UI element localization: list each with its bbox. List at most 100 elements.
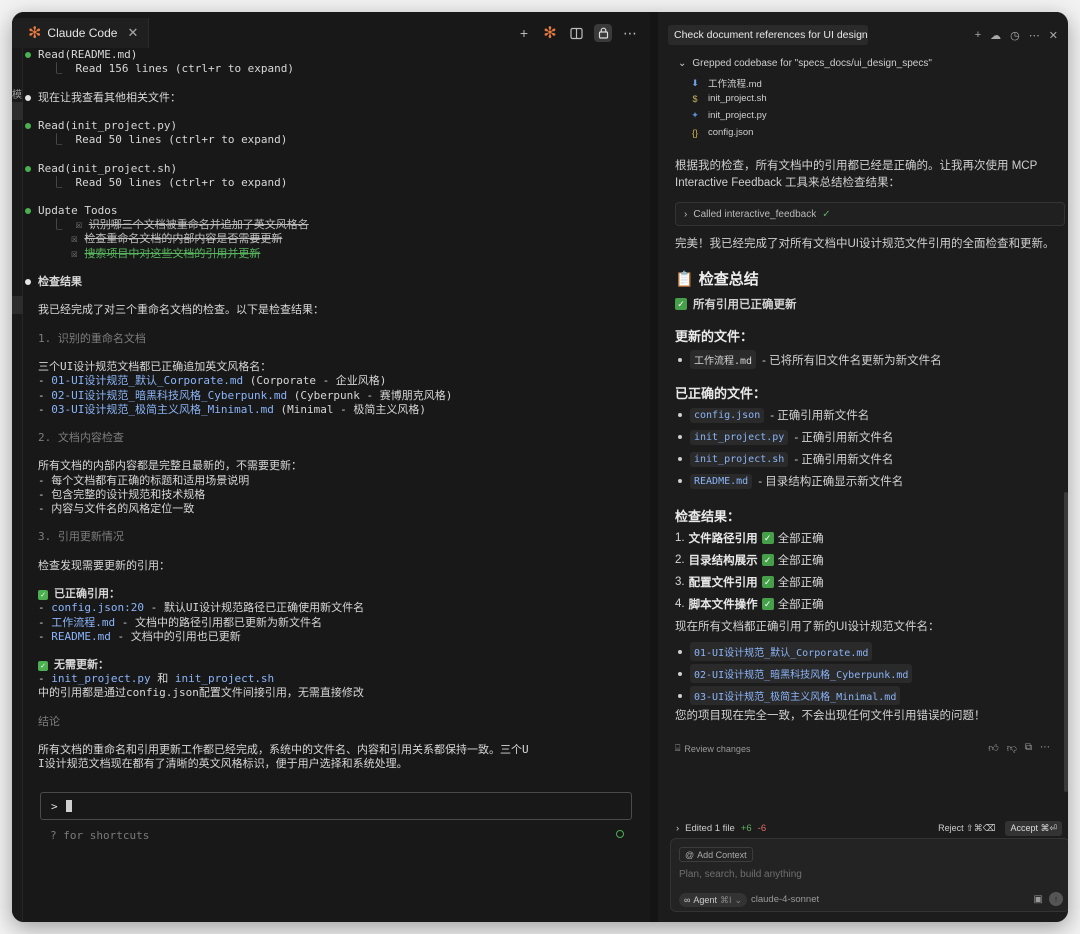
grep-file-item[interactable]: $ init_project.sh bbox=[690, 93, 766, 104]
inline-code[interactable]: init_project.py bbox=[690, 429, 789, 445]
chat-tabbar: Check document references for UI design … bbox=[658, 24, 1068, 46]
file-reference: 03-UI设计规范_极简主义风格_Minimal.md bbox=[51, 402, 274, 416]
split-view-icon[interactable] bbox=[568, 25, 584, 41]
bullet-icon bbox=[678, 479, 682, 483]
file-link[interactable]: 02-UI设计规范_暗黑科技风格_Cyberpunk.md bbox=[690, 664, 913, 683]
inline-code[interactable]: 工作流程.md bbox=[690, 350, 757, 369]
bullet-icon bbox=[678, 357, 682, 362]
close-icon[interactable]: ✕ bbox=[127, 25, 138, 41]
list-item: 03-UI设计规范_极简主义风格_Minimal.md bbox=[675, 686, 901, 705]
bullet-icon bbox=[678, 671, 682, 676]
tool-call-collapsible[interactable]: › Called interactive_feedback ✓ bbox=[675, 202, 1065, 226]
file-link[interactable]: 03-UI设计规范_极简主义风格_Minimal.md bbox=[690, 686, 901, 705]
editor-toolbar: + ✻ ⋯ bbox=[516, 24, 650, 42]
chat-composer: @ Add Context Plan, search, build anythi… bbox=[670, 838, 1068, 912]
file-reference: README.md bbox=[51, 629, 111, 643]
copy-icon[interactable]: ⧉ bbox=[1025, 742, 1032, 754]
terminal-line: - 01-UI设计规范_默认_Corporate.md (Corporate -… bbox=[38, 374, 638, 388]
terminal-line: 3. 引用更新情况 bbox=[38, 530, 638, 544]
file-name: config.json bbox=[708, 127, 754, 138]
terminal-line: 我已经完成了对三个重命名文档的检查。以下是检查结果： bbox=[38, 303, 638, 317]
terminal-line: 中的引用都是通过config.json配置文件间接引用，无需直接修改 bbox=[38, 686, 638, 700]
bullet-dot-icon bbox=[25, 122, 31, 129]
file-reference: config.json:20 bbox=[51, 601, 144, 615]
pane-divider[interactable] bbox=[650, 12, 658, 922]
file-type-icon: {} bbox=[691, 127, 698, 138]
line-text: (Minimal - 极简主义风格) bbox=[273, 402, 426, 416]
inline-code[interactable]: init_project.sh bbox=[690, 451, 789, 467]
grep-result-header[interactable]: ⌄ Grepped codebase for "specs_docs/ui_de… bbox=[678, 58, 932, 69]
summary-status-text: 所有引用已正确更新 bbox=[693, 299, 797, 311]
model-selector[interactable]: claude-4-sonnet bbox=[751, 894, 819, 905]
agent-mode-selector[interactable]: ∞ Agent ⌘I ⌄ bbox=[679, 893, 748, 907]
plus-icon[interactable]: + bbox=[975, 29, 981, 42]
bullet-dot-icon bbox=[25, 52, 31, 58]
result-status: 全部正确 bbox=[777, 533, 824, 545]
status-circle-icon bbox=[616, 830, 624, 838]
line-text: 3. 引用更新情况 bbox=[38, 530, 124, 544]
thumbs-down-icon[interactable]: 👎︎ bbox=[1007, 742, 1017, 754]
terminal-line: 现在让我查看其他相关文件： bbox=[25, 91, 638, 105]
file-reference: 工作流程.md bbox=[51, 615, 116, 629]
lock-icon[interactable] bbox=[594, 24, 612, 42]
cloud-icon[interactable]: ☁ bbox=[990, 29, 1001, 42]
grep-file-item[interactable]: ✦ init_project.py bbox=[690, 110, 766, 121]
line-text: 结论 bbox=[38, 714, 60, 728]
composer-input[interactable]: Plan, search, build anything bbox=[679, 869, 802, 880]
chat-scrollbar[interactable] bbox=[1064, 492, 1068, 792]
claude-icon[interactable]: ✻ bbox=[542, 25, 558, 42]
close-icon[interactable]: ✕ bbox=[1049, 29, 1058, 42]
summary-heading: 📋 检查总结 bbox=[675, 268, 759, 289]
review-changes-link[interactable]: ⌸ Review changes bbox=[675, 743, 750, 754]
thumbs-up-icon[interactable]: 👍︎ bbox=[988, 742, 998, 754]
terminal-line: - 03-UI设计规范_极简主义风格_Minimal.md (Minimal -… bbox=[38, 403, 638, 417]
tab-claude-code[interactable]: ✻ Claude Code ✕ bbox=[12, 18, 150, 48]
grep-file-item[interactable]: {} config.json bbox=[690, 127, 753, 138]
more-icon[interactable]: ⋯ bbox=[1040, 742, 1050, 754]
chevron-down-icon: ⌄ bbox=[678, 58, 687, 69]
send-button[interactable]: ↑ bbox=[1049, 892, 1063, 906]
reject-button[interactable]: Reject ⇧⌘⌫ bbox=[934, 821, 999, 836]
line-text: Read 50 lines (ctrl+r to expand) bbox=[75, 133, 288, 147]
tree-indent: ⎿ bbox=[38, 175, 76, 189]
terminal-line: Read(init_project.py) bbox=[25, 119, 638, 133]
terminal-prompt-input[interactable]: > bbox=[40, 792, 632, 820]
grep-file-item[interactable]: ⬇ 工作流程.md bbox=[690, 76, 762, 91]
text-cursor bbox=[66, 800, 73, 812]
editor-tabbar: ✻ Claude Code ✕ + ✻ ⋯ bbox=[12, 18, 650, 48]
terminal-line: ☒ 检查重命名文档的内部内容是否需要更新 bbox=[38, 232, 638, 246]
history-icon[interactable]: ◷ bbox=[1010, 29, 1020, 42]
terminal-line: ⎿ Read 50 lines (ctrl+r to expand) bbox=[38, 176, 638, 190]
result-number: 4. bbox=[675, 598, 685, 610]
list-prefix: - bbox=[38, 374, 52, 388]
list-item: 02-UI设计规范_暗黑科技风格_Cyberpunk.md bbox=[675, 664, 913, 683]
line-text: Read(README.md) bbox=[38, 48, 138, 61]
plus-icon[interactable]: + bbox=[516, 25, 532, 41]
line-text: 检查结果 bbox=[38, 275, 82, 288]
check-icon: ✓ bbox=[822, 208, 831, 220]
tab-chat-session[interactable]: Check document references for UI design … bbox=[668, 25, 868, 45]
line-text: 所有文档的内部内容都是完整且最新的，不需要更新： bbox=[38, 459, 302, 473]
checkmark-icon: ✓ bbox=[761, 532, 774, 544]
result-item: 1. 文件路径引用 ✓ 全部正确 bbox=[675, 530, 824, 546]
terminal-line: 三个UI设计规范文档都已正确追加英文风格名： bbox=[38, 360, 638, 374]
inline-code[interactable]: README.md bbox=[690, 473, 753, 489]
edited-files-bar[interactable]: › Edited 1 file +6 -6 Reject ⇧⌘⌫ Accept … bbox=[672, 818, 1062, 838]
line-text: 2. 文档内容检查 bbox=[38, 431, 124, 445]
result-item: 2. 目录结构展示 ✓ 全部正确 bbox=[675, 552, 824, 568]
terminal-line: 检查发现需要更新的引用： bbox=[38, 559, 638, 573]
inline-code[interactable]: config.json bbox=[690, 407, 765, 423]
accept-button[interactable]: Accept ⌘⏎ bbox=[1005, 820, 1062, 836]
file-link[interactable]: 01-UI设计规范_默认_Corporate.md bbox=[690, 642, 873, 661]
add-context-button[interactable]: @ Add Context bbox=[679, 847, 753, 862]
more-icon[interactable]: ⋯ bbox=[622, 25, 638, 41]
more-icon[interactable]: ⋯ bbox=[1029, 29, 1040, 42]
image-icon[interactable]: ▣ bbox=[1034, 894, 1043, 905]
editor-gutter: 模 bbox=[12, 46, 23, 922]
bullet-dot-icon bbox=[25, 94, 31, 101]
file-reference: 02-UI设计规范_暗黑科技风格_Cyberpunk.md bbox=[51, 388, 288, 402]
